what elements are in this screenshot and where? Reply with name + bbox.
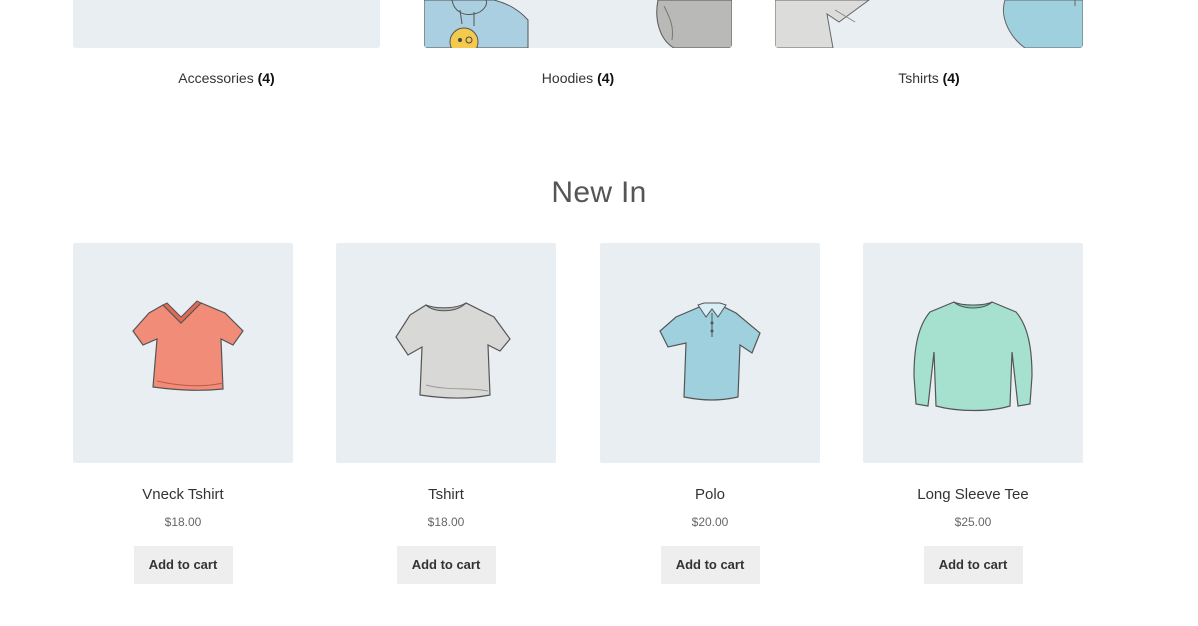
long-sleeve-tee-icon (913, 301, 1033, 412)
product-card-polo: Polo $20.00 Add to cart (600, 243, 820, 584)
product-name[interactable]: Vneck Tshirt (73, 486, 293, 503)
product-card-long-sleeve-tee: Long Sleeve Tee $25.00 Add to cart (863, 243, 1083, 584)
category-link-tshirts[interactable]: Tshirts (4) (775, 70, 1083, 86)
product-image[interactable] (600, 243, 820, 463)
product-card-tshirt: Tshirt $18.00 Add to cart (336, 243, 556, 584)
product-price: $20.00 (691, 515, 729, 529)
category-count: (4) (257, 70, 275, 86)
vneck-tshirt-icon (132, 300, 244, 391)
category-link-accessories[interactable]: Accessories (4) (73, 70, 380, 86)
product-image[interactable] (863, 243, 1083, 463)
product-name[interactable]: Tshirt (336, 486, 556, 503)
add-to-cart-button[interactable]: Add to cart (133, 546, 233, 584)
product-image[interactable] (336, 243, 556, 463)
product-name[interactable]: Long Sleeve Tee (863, 486, 1083, 503)
category-image-hoodies[interactable] (424, 0, 732, 48)
category-count: (4) (942, 70, 960, 86)
category-image-accessories[interactable] (73, 0, 380, 48)
category-name: Hoodies (541, 70, 594, 86)
tshirt-icon (395, 302, 511, 399)
product-price: $18.00 (427, 515, 465, 529)
add-to-cart-button[interactable]: Add to cart (660, 546, 760, 584)
polo-icon (659, 302, 761, 401)
product-image[interactable] (73, 243, 293, 463)
product-price: $18.00 (164, 515, 202, 529)
category-name: Accessories (178, 70, 254, 86)
add-to-cart-button[interactable]: Add to cart (923, 546, 1023, 584)
tshirts-illustration (775, 0, 1083, 48)
category-image-tshirts[interactable] (775, 0, 1083, 48)
product-name[interactable]: Polo (600, 486, 820, 503)
section-title-new-in: New In (551, 176, 647, 209)
hoodie-illustration (424, 0, 732, 48)
add-to-cart-button[interactable]: Add to cart (396, 546, 496, 584)
product-card-vneck-tshirt: Vneck Tshirt $18.00 Add to cart (73, 243, 293, 584)
category-link-hoodies[interactable]: Hoodies (4) (424, 70, 732, 86)
product-price: $25.00 (954, 515, 992, 529)
category-count: (4) (597, 70, 615, 86)
category-name: Tshirts (898, 70, 939, 86)
